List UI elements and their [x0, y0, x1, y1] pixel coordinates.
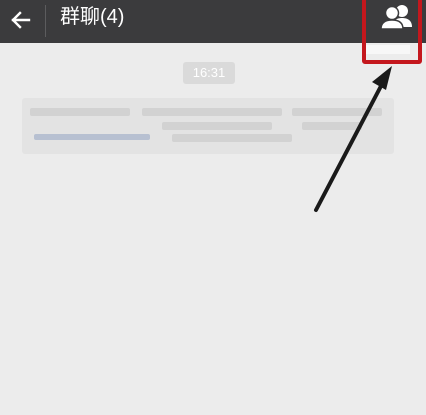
- group-info-button[interactable]: [362, 0, 426, 43]
- message-timestamp: 16:31: [183, 62, 235, 84]
- top-bar: 群聊(4): [0, 0, 426, 43]
- blurred-link-line: [34, 134, 150, 140]
- blurred-text-line: [302, 122, 362, 130]
- arrow-left-icon: [11, 11, 31, 29]
- blurred-text-line: [162, 122, 272, 130]
- page-title: 群聊(4): [60, 6, 125, 28]
- back-button[interactable]: [3, 0, 43, 43]
- blurred-text-line: [292, 108, 382, 116]
- blurred-message[interactable]: [22, 98, 394, 154]
- header-divider: [45, 5, 46, 37]
- blurred-text-line: [142, 108, 282, 116]
- blurred-text-line: [172, 134, 292, 142]
- group-members-icon: [380, 5, 412, 30]
- blurred-text-line: [30, 108, 130, 116]
- highlight-inner-strip: [366, 45, 410, 54]
